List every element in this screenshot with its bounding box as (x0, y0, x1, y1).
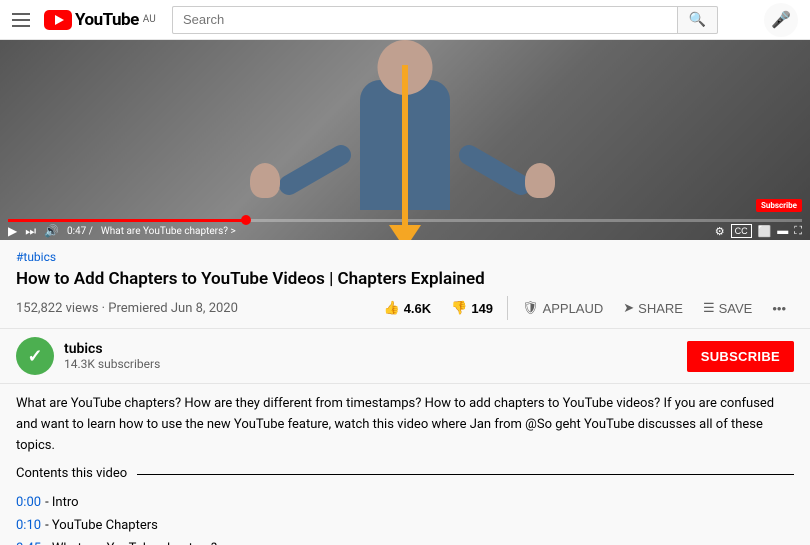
volume-button[interactable]: 🔊 (44, 224, 59, 238)
fullscreen-button[interactable]: ⛶ (794, 225, 802, 238)
channel-subscribers: 14.3K subscribers (64, 357, 160, 371)
search-button[interactable]: 🔍 (678, 6, 718, 34)
right-controls: ⚙ CC ⬜ ▬ ⛶ (715, 224, 802, 238)
chapter-item: 0:45 - What are YouTube chapters? (16, 539, 794, 545)
chapters-list: 0:00 - Intro0:10 - YouTube Chapters 0:45 … (16, 493, 794, 545)
thumbs-up-icon: 👍 (384, 300, 400, 316)
subscribe-watermark: Subscribe (756, 199, 802, 212)
content-area: Subscribe ▶ ⏭ 🔊 0:47 / (0, 40, 810, 545)
applaud-button[interactable]: 🛡 APPLAUD (514, 296, 611, 320)
header-right: 🎤 (718, 3, 798, 37)
more-icon: ••• (772, 301, 786, 316)
header-left: YouTube AU (12, 10, 172, 30)
divider-line (137, 474, 794, 475)
chapter-item: 0:10 - YouTube Chapters (16, 516, 794, 537)
save-button[interactable]: ☰ SAVE (695, 296, 760, 320)
video-tag[interactable]: #tubics (16, 250, 794, 264)
search-input[interactable] (172, 6, 678, 34)
video-thumbnail (0, 40, 810, 240)
description-text: What are YouTube chapters? How are they … (16, 394, 794, 456)
share-icon: ➤ (623, 300, 634, 316)
save-icon: ☰ (703, 300, 715, 316)
chapter-label: What are YouTube chapters? > (101, 226, 707, 237)
settings-button[interactable]: ⚙ (715, 225, 725, 238)
header-center: 🔍 (172, 6, 718, 34)
video-info: #tubics How to Add Chapters to YouTube V… (0, 240, 810, 320)
chapter-text: - What are YouTube chapters? (45, 539, 217, 545)
main: Subscribe ▶ ⏭ 🔊 0:47 / (0, 40, 810, 545)
video-title: How to Add Chapters to YouTube Videos | … (16, 268, 794, 290)
logo[interactable]: YouTube AU (44, 10, 156, 30)
chapter-text: - Intro (45, 493, 78, 514)
chapter-time-link[interactable]: 0:10 (16, 516, 41, 537)
header: YouTube AU 🔍 🎤 (0, 0, 810, 40)
thumbs-down-icon: 👎 (451, 300, 467, 316)
video-actions: 👍 4.6K 👎 149 🛡 APPLAUD ➤ SHARE (376, 296, 795, 320)
like-button[interactable]: 👍 4.6K (376, 296, 440, 320)
contents-label: Contents this video (16, 464, 127, 485)
hand-right (525, 163, 555, 198)
cc-button[interactable]: CC (731, 224, 752, 238)
channel-avatar[interactable] (16, 337, 54, 375)
time-display: 0:47 / (67, 226, 93, 237)
subscribe-button[interactable]: SUBSCRIBE (687, 341, 794, 372)
chapter-time-link[interactable]: 0:45 (16, 539, 41, 545)
mic-button[interactable]: 🎤 (764, 3, 798, 37)
channel-info: tubics 14.3K subscribers (64, 341, 160, 371)
hand-left (250, 163, 280, 198)
video-meta-row: 152,822 views · Premiered Jun 8, 2020 👍 … (16, 296, 794, 320)
contents-divider: Contents this video (16, 464, 794, 485)
play-button[interactable]: ▶ (8, 224, 17, 238)
player-controls: ▶ ⏭ 🔊 0:47 / What are YouTube chapters? … (0, 222, 810, 240)
action-separator (507, 296, 508, 320)
channel-name[interactable]: tubics (64, 341, 160, 357)
applaud-icon: 🛡 (522, 300, 539, 316)
chapter-item: 0:00 - Intro (16, 493, 794, 514)
menu-button[interactable] (12, 13, 30, 27)
video-views: 152,822 views · Premiered Jun 8, 2020 (16, 301, 238, 316)
logo-text: YouTube (75, 10, 139, 30)
next-button[interactable]: ⏭ (25, 224, 36, 239)
search-icon: 🔍 (689, 11, 706, 28)
chapter-time-link[interactable]: 0:00 (16, 493, 41, 514)
dislike-button[interactable]: 👎 149 (443, 296, 501, 320)
theater-button[interactable]: ▬ (777, 225, 788, 237)
chapter-text: - YouTube Chapters (45, 516, 158, 537)
miniplayer-button[interactable]: ⬜ (758, 225, 772, 238)
share-button[interactable]: ➤ SHARE (615, 296, 691, 320)
video-player[interactable]: Subscribe ▶ ⏭ 🔊 0:47 / (0, 40, 810, 240)
logo-country: AU (143, 14, 156, 25)
description: What are YouTube chapters? How are they … (0, 384, 810, 545)
video-background: Subscribe (0, 40, 810, 240)
youtube-logo-icon (44, 10, 72, 30)
mic-icon: 🎤 (771, 10, 791, 30)
channel-row: tubics 14.3K subscribers SUBSCRIBE (0, 328, 810, 384)
more-button[interactable]: ••• (764, 297, 794, 320)
